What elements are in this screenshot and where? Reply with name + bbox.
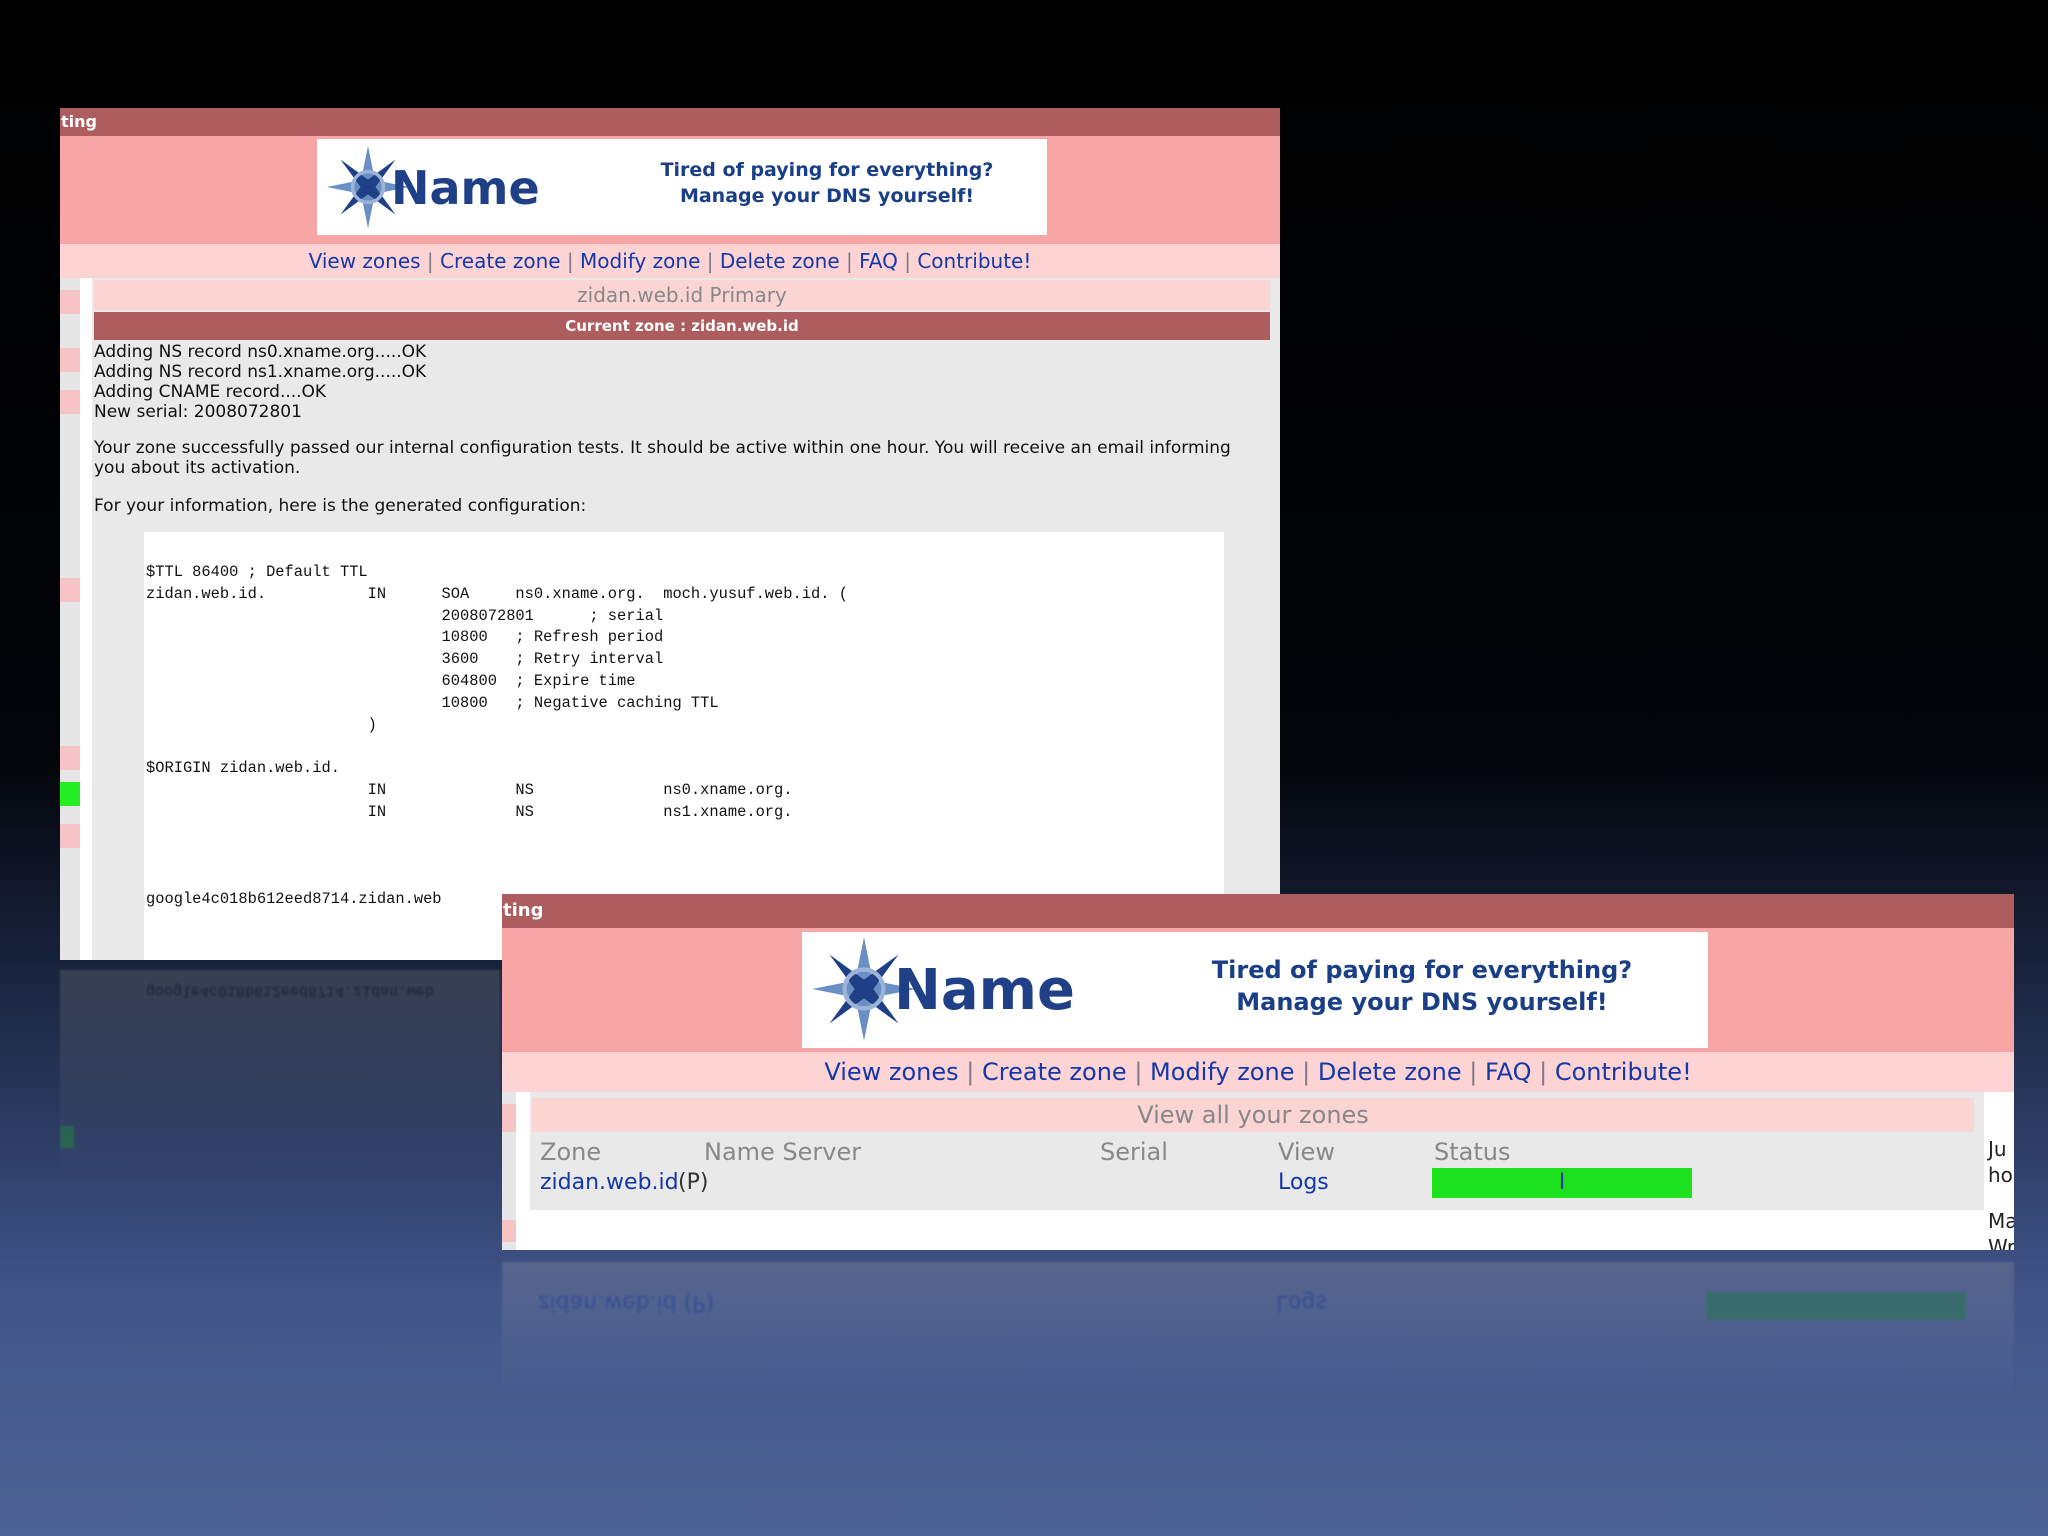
screenshot-1-reflection: google4c018b612eed8714.zidan.web (60, 970, 500, 1180)
zones-panel: View all your zones Zone Name Server Ser… (530, 1092, 1984, 1210)
nav-separator: | (846, 249, 853, 273)
zone-file-text: $TTL 86400 ; Default TTL zidan.web.id. I… (146, 562, 848, 911)
zones-table: Zone Name Server Serial View Status zida… (532, 1136, 1974, 1202)
nav-separator: | (1134, 1058, 1143, 1086)
tagline-line-2: Manage your DNS yourself! (679, 185, 975, 207)
text-cursor-icon: I (1558, 1170, 1566, 1195)
column-header-view: View (1278, 1138, 1335, 1166)
site-header: Name Tired of paying for everything? Man… (502, 928, 2014, 1052)
tagline-line-2: Manage your DNS yourself! (1236, 988, 1608, 1016)
logo-banner: Name Tired of paying for everything? Man… (802, 932, 1708, 1048)
nav-create-zone[interactable]: Create zone (982, 1058, 1127, 1086)
config-line: IN NS ns0.xname.org. (146, 780, 793, 799)
tagline-line-1: Tired of paying for everything? (1211, 956, 1633, 984)
nav-separator: | (1539, 1058, 1548, 1086)
right-column-text: Ju ho Ma Wr (1988, 1136, 2014, 1250)
log-line: Adding NS record ns1.xname.org.....OK (94, 362, 427, 382)
site-logo[interactable]: Name (810, 934, 1075, 1046)
nav-contribute[interactable]: Contribute! (917, 249, 1031, 273)
config-line: google4c018b612eed8714.zidan.web (146, 889, 442, 908)
operation-log: Adding NS record ns0.xname.org.....OK Ad… (94, 342, 426, 422)
nav-separator: | (904, 249, 911, 273)
nav-modify-zone[interactable]: Modify zone (1150, 1058, 1294, 1086)
config-line: $ORIGIN zidan.web.id. (146, 759, 340, 778)
page-title: zidan.web.id Primary (94, 280, 1270, 310)
main-content: zidan.web.id Primary Current zone : zida… (92, 278, 1280, 960)
nav-faq[interactable]: FAQ (1485, 1058, 1532, 1086)
config-line: $TTL 86400 ; Default TTL (146, 563, 368, 581)
config-line: ) (146, 715, 377, 734)
left-gutter (502, 1092, 516, 1250)
logo-text: Name (894, 958, 1075, 1023)
nav-separator: | (1302, 1058, 1311, 1086)
screenshot-2-reflection: zidan.web.id (P) Logs (502, 1262, 2014, 1402)
nav-view-zones[interactable]: View zones (824, 1058, 958, 1086)
tagline: Tired of paying for everything? Manage y… (1172, 954, 1672, 1018)
status-indicator (60, 782, 80, 806)
reflection-text: Logs (1276, 1290, 1327, 1315)
nav-view-zones[interactable]: View zones (309, 249, 421, 273)
nav-faq[interactable]: FAQ (859, 249, 898, 273)
logs-link[interactable]: Logs (1278, 1170, 1329, 1195)
column-header-name-server: Name Server (704, 1138, 862, 1166)
config-line: 3600 ; Retry interval (146, 650, 664, 669)
main-nav: View zones | Create zone | Modify zone |… (502, 1052, 2014, 1092)
success-message: Your zone successfully passed our intern… (94, 438, 1231, 478)
nav-delete-zone[interactable]: Delete zone (1318, 1058, 1462, 1086)
config-line: zidan.web.id. IN SOA ns0.xname.org. moch… (146, 584, 848, 603)
column-header-zone: Zone (540, 1138, 602, 1166)
window-title: ting (61, 112, 97, 131)
reflection-text: zidan.web.id (P) (538, 1290, 715, 1315)
side-text: Ju (1988, 1137, 2007, 1161)
nav-modify-zone[interactable]: Modify zone (580, 249, 700, 273)
tagline: Tired of paying for everything? Manage y… (617, 157, 1037, 209)
zone-link[interactable]: zidan.web.id (540, 1170, 679, 1195)
site-logo[interactable]: Name (325, 143, 540, 231)
window-title-bar: ting (502, 894, 2014, 928)
window-title: ting (503, 900, 544, 921)
nav-delete-zone[interactable]: Delete zone (720, 249, 840, 273)
nav-separator: | (426, 249, 434, 273)
nav-separator: | (966, 1058, 975, 1086)
config-line: 604800 ; Expire time (146, 671, 636, 690)
config-line: 2008072801 ; serial (146, 606, 664, 625)
side-text: ho (1988, 1163, 2013, 1187)
nav-separator: | (1469, 1058, 1478, 1086)
tagline-line-1: Tired of paying for everything? (660, 159, 994, 181)
side-text: Wr (1988, 1235, 2014, 1250)
config-line: 10800 ; Negative caching TTL (146, 693, 719, 712)
window-title-bar: ting (60, 108, 1280, 136)
reflection-green (60, 1126, 74, 1148)
log-line: Adding NS record ns0.xname.org.....OK (94, 342, 427, 362)
modify-zone-screenshot: ting Name Tired of paying for everything… (60, 108, 1280, 960)
view-zones-screenshot: ting Name Tired of paying for everything… (502, 894, 2014, 1250)
config-intro: For your information, here is the genera… (94, 496, 587, 516)
left-gutter (60, 278, 80, 960)
nav-contribute[interactable]: Contribute! (1555, 1058, 1692, 1086)
reflection-green (1706, 1292, 1966, 1320)
nav-separator: | (706, 249, 714, 273)
nav-separator: | (566, 249, 574, 273)
current-zone-bar: Current zone : zidan.web.id (94, 312, 1270, 340)
log-line: Adding CNAME record....OK (94, 382, 327, 402)
zone-type: (P) (678, 1170, 709, 1195)
logo-banner: Name Tired of paying for everything? Man… (317, 139, 1047, 235)
log-line: New serial: 2008072801 (94, 402, 302, 422)
reflection-text: google4c018b612eed8714.zidan.web (146, 982, 435, 999)
site-header: Name Tired of paying for everything? Man… (60, 136, 1280, 244)
config-line: 10800 ; Refresh period (146, 628, 664, 647)
table-row: zidan.web.id (P) Logs I (532, 1168, 1974, 1202)
status-indicator: I (1432, 1168, 1692, 1198)
column-header-serial: Serial (1100, 1138, 1168, 1166)
side-text: Ma (1988, 1209, 2014, 1233)
column-header-status: Status (1434, 1138, 1511, 1166)
page-title: View all your zones (532, 1098, 1974, 1132)
config-line: IN NS ns1.xname.org. (146, 802, 793, 821)
main-nav: View zones | Create zone | Modify zone |… (60, 244, 1280, 278)
logo-text: Name (391, 161, 540, 215)
nav-create-zone[interactable]: Create zone (440, 249, 561, 273)
